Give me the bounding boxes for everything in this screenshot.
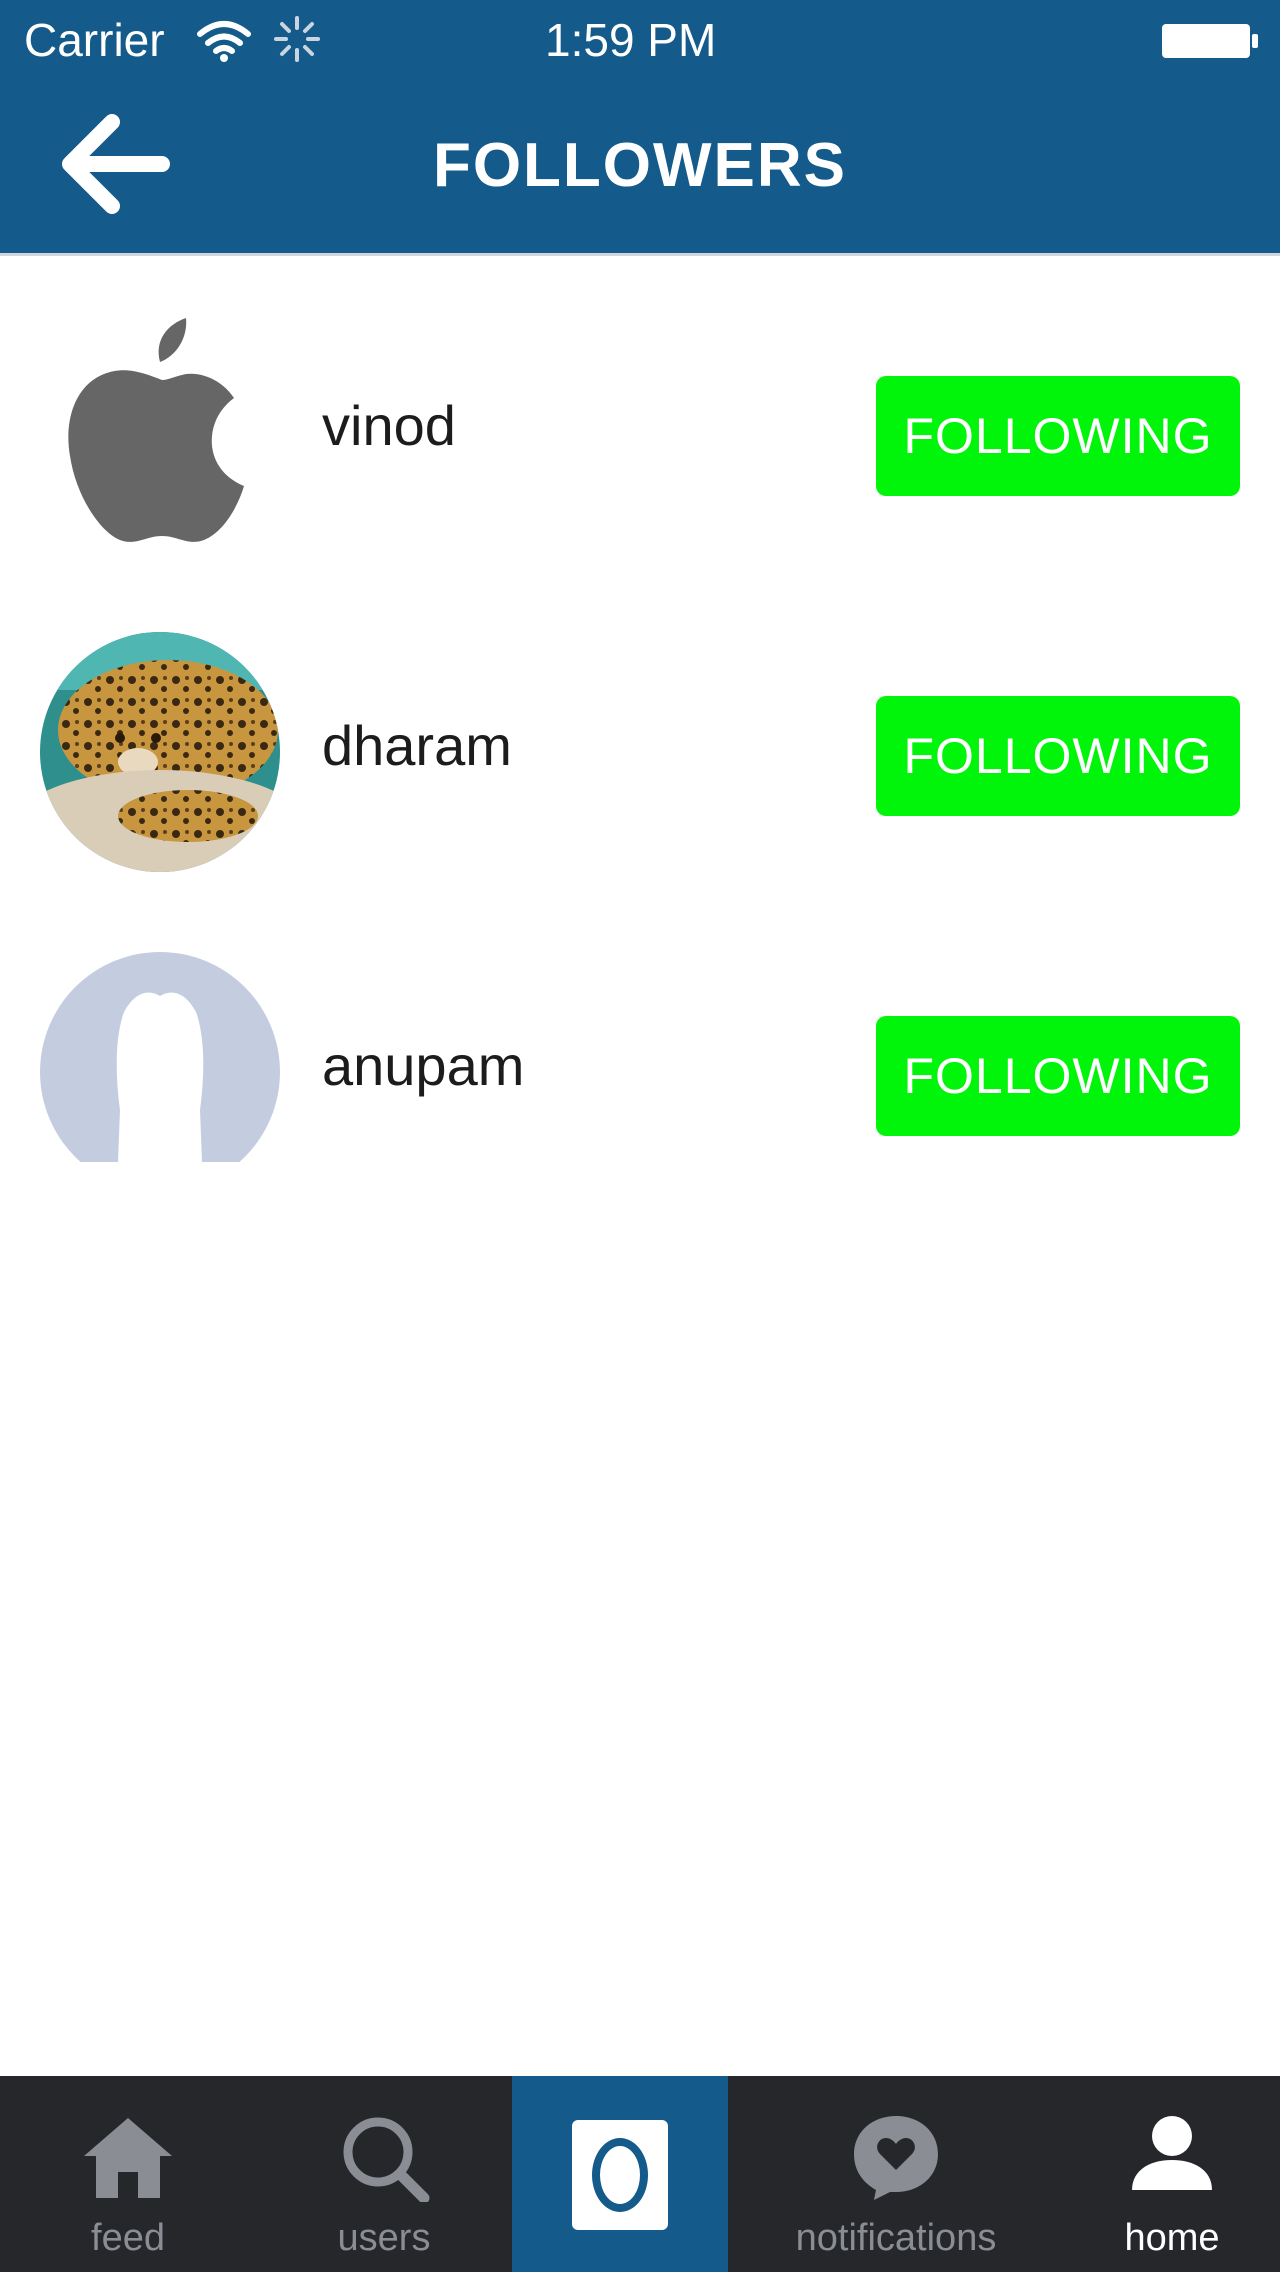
clock-label: 1:59 PM [545,14,717,66]
default-user-silhouette [40,952,280,1162]
tab-feed[interactable]: feed [0,2076,256,2272]
heart-bubble-icon [854,2116,938,2200]
tab-label: feed [91,2217,165,2259]
follower-row: dharam FOLLOWING [0,576,1280,896]
nav-bar: FOLLOWERS [0,80,1280,256]
tab-bar: feed users notifications home [0,2076,1280,2272]
tab-label: users [337,2217,431,2259]
following-button[interactable]: FOLLOWING [876,1016,1240,1136]
avatar[interactable] [38,630,282,874]
carrier-label: Carrier [24,14,165,66]
apple-logo-icon [68,318,244,542]
tab-label: home [1124,2217,1220,2259]
follower-name[interactable]: anupam [322,1034,524,1098]
followers-screen: Carrier 1:59 PM FOLLOWERS vinod FOLLOWIN… [0,0,1280,2272]
follower-row: anupam FOLLOWING [0,896,1280,1216]
home-icon [84,2118,172,2198]
tab-label: notifications [795,2217,997,2259]
tab-home[interactable]: home [1064,2076,1280,2272]
leopard-photo [40,632,280,872]
follower-row: vinod FOLLOWING [0,256,1280,576]
activity-spinner-icon [274,16,320,62]
status-bar: Carrier 1:59 PM [0,0,1280,80]
wifi-icon [197,21,251,62]
page-title: FOLLOWERS [432,131,848,200]
follower-name[interactable]: dharam [322,714,512,778]
follower-name[interactable]: vinod [322,394,456,458]
battery-icon [1162,24,1258,58]
avatar[interactable] [38,310,282,554]
tab-camera[interactable] [512,2076,728,2272]
following-button[interactable]: FOLLOWING [876,376,1240,496]
following-button[interactable]: FOLLOWING [876,696,1240,816]
avatar[interactable] [38,950,282,1194]
tab-users[interactable]: users [256,2076,512,2272]
tab-notifications[interactable]: notifications [728,2076,1064,2272]
search-icon [343,2117,430,2202]
camera-icon [572,2120,668,2230]
person-icon [1132,2116,1212,2190]
